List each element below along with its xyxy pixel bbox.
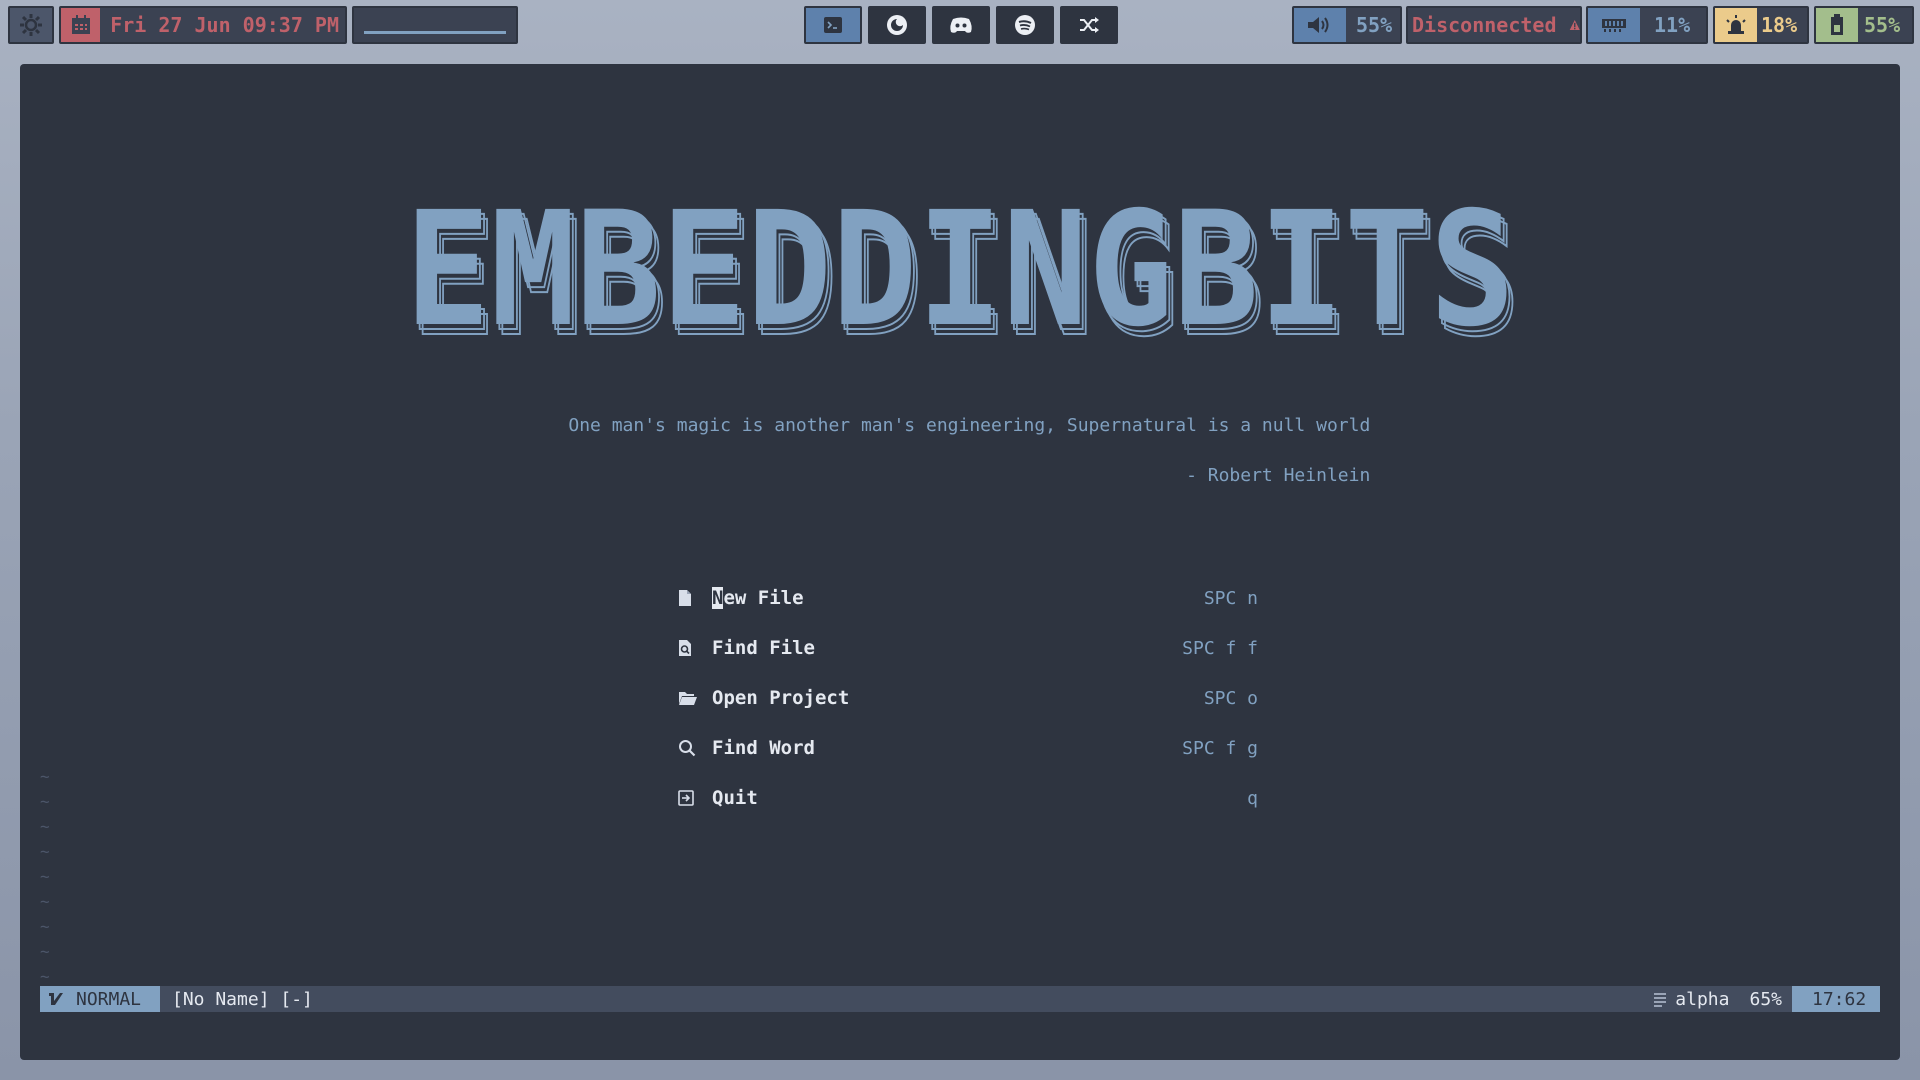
terminal-launcher[interactable]: [804, 6, 862, 44]
shuffle-icon: [1080, 17, 1099, 33]
mode-text: NORMAL: [76, 988, 142, 1010]
vim-icon: [49, 993, 63, 1005]
quit-icon: [678, 790, 694, 806]
banner-art: EMBEDDINGBITS EMBEDDINGBITS EMBEDDINGBIT…: [405, 178, 1522, 373]
network-text: Disconnected: [1412, 13, 1557, 37]
lines-icon: [1654, 993, 1667, 1007]
file-name: [No Name] [-]: [172, 988, 313, 1010]
workspace-underline: [364, 30, 506, 34]
settings-button[interactable]: [8, 6, 54, 44]
status-line: NORMAL [No Name] [-] alpha 65% 17:62: [40, 986, 1880, 1012]
discord-launcher[interactable]: [932, 6, 990, 44]
firefox-icon: [887, 15, 907, 35]
memory-module[interactable]: 11%: [1586, 6, 1708, 44]
menu-shortcut: q: [1247, 787, 1258, 809]
battery-module[interactable]: 55%: [1814, 6, 1914, 44]
workspace-indicator[interactable]: [352, 6, 518, 44]
battery-text: 55%: [1864, 13, 1901, 37]
ascii-banner: EMBEDDINGBITS EMBEDDINGBITS EMBEDDINGBIT…: [20, 178, 1900, 373]
terminal-icon: [824, 17, 842, 33]
menu-item-open-project[interactable]: Open Project SPC o: [678, 673, 1258, 723]
menu-item-find-word[interactable]: Find Word SPC f g: [678, 723, 1258, 773]
shuffle-button[interactable]: [1060, 6, 1118, 44]
cpu-module[interactable]: 18%: [1713, 6, 1809, 44]
text-cursor: N: [712, 587, 724, 609]
menu-label: Quit: [712, 787, 758, 809]
menu-label: Open Project: [712, 687, 850, 709]
speaker-icon: [1308, 17, 1329, 33]
volume-text: 55%: [1356, 13, 1393, 37]
menu-shortcut: SPC f f: [1182, 637, 1258, 659]
battery-icon: [1831, 14, 1843, 35]
warning-icon: [1569, 19, 1580, 31]
date-text: Fri 27 Jun 09:37 PM: [110, 13, 339, 37]
discord-icon: [950, 17, 972, 33]
menu-label: Find File: [712, 637, 815, 659]
spotify-icon: [1015, 15, 1035, 35]
dashboard-menu: New File SPC n Find File SPC f f Open Pr…: [678, 573, 1258, 823]
empty-line-markers: ~ ~ ~ ~ ~ ~ ~ ~ ~: [40, 767, 50, 986]
menu-label: New File: [712, 587, 804, 609]
memory-text: 11%: [1654, 13, 1691, 37]
scroll-percent: 65%: [1749, 988, 1782, 1010]
menu-label: Find Word: [712, 737, 815, 759]
menu-shortcut: SPC n: [1203, 587, 1258, 609]
menu-shortcut: SPC o: [1203, 687, 1258, 709]
date-module[interactable]: Fri 27 Jun 09:37 PM: [59, 6, 347, 44]
spotify-launcher[interactable]: [996, 6, 1054, 44]
menu-shortcut: SPC f g: [1182, 737, 1258, 759]
search-icon: [679, 740, 696, 757]
quote-block: One man's magic is another man's enginee…: [525, 388, 1370, 538]
file-icon: [679, 590, 691, 606]
gear-icon: [20, 14, 42, 36]
terminal-window[interactable]: EMBEDDINGBITS EMBEDDINGBITS EMBEDDINGBIT…: [20, 64, 1900, 1060]
find-file-icon: [679, 640, 691, 656]
cpu-text: 18%: [1761, 13, 1798, 37]
menu-item-new-file[interactable]: New File SPC n: [678, 573, 1258, 623]
menu-item-quit[interactable]: Quit q: [678, 773, 1258, 823]
cursor-position: 17:62: [1792, 986, 1880, 1012]
top-bar: Fri 27 Jun 09:37 PM 55% Disconnected 11%…: [0, 0, 1920, 50]
mode-indicator: NORMAL: [40, 986, 160, 1012]
banner-text: EMBEDDINGBITS: [405, 178, 1515, 362]
menu-item-find-file[interactable]: Find File SPC f f: [678, 623, 1258, 673]
filetype: alpha: [1653, 989, 1729, 1010]
quote-text: One man's magic is another man's enginee…: [568, 415, 1371, 436]
volume-module[interactable]: 55%: [1292, 6, 1402, 44]
quote-author: - Robert Heinlein: [1186, 465, 1371, 486]
cpu-alarm-icon: [1726, 15, 1746, 34]
network-module[interactable]: Disconnected: [1406, 6, 1582, 44]
calendar-icon: [71, 15, 90, 34]
memory-icon: [1602, 19, 1626, 32]
filetype-text: alpha: [1675, 988, 1730, 1010]
firefox-launcher[interactable]: [868, 6, 926, 44]
folder-open-icon: [679, 692, 697, 705]
